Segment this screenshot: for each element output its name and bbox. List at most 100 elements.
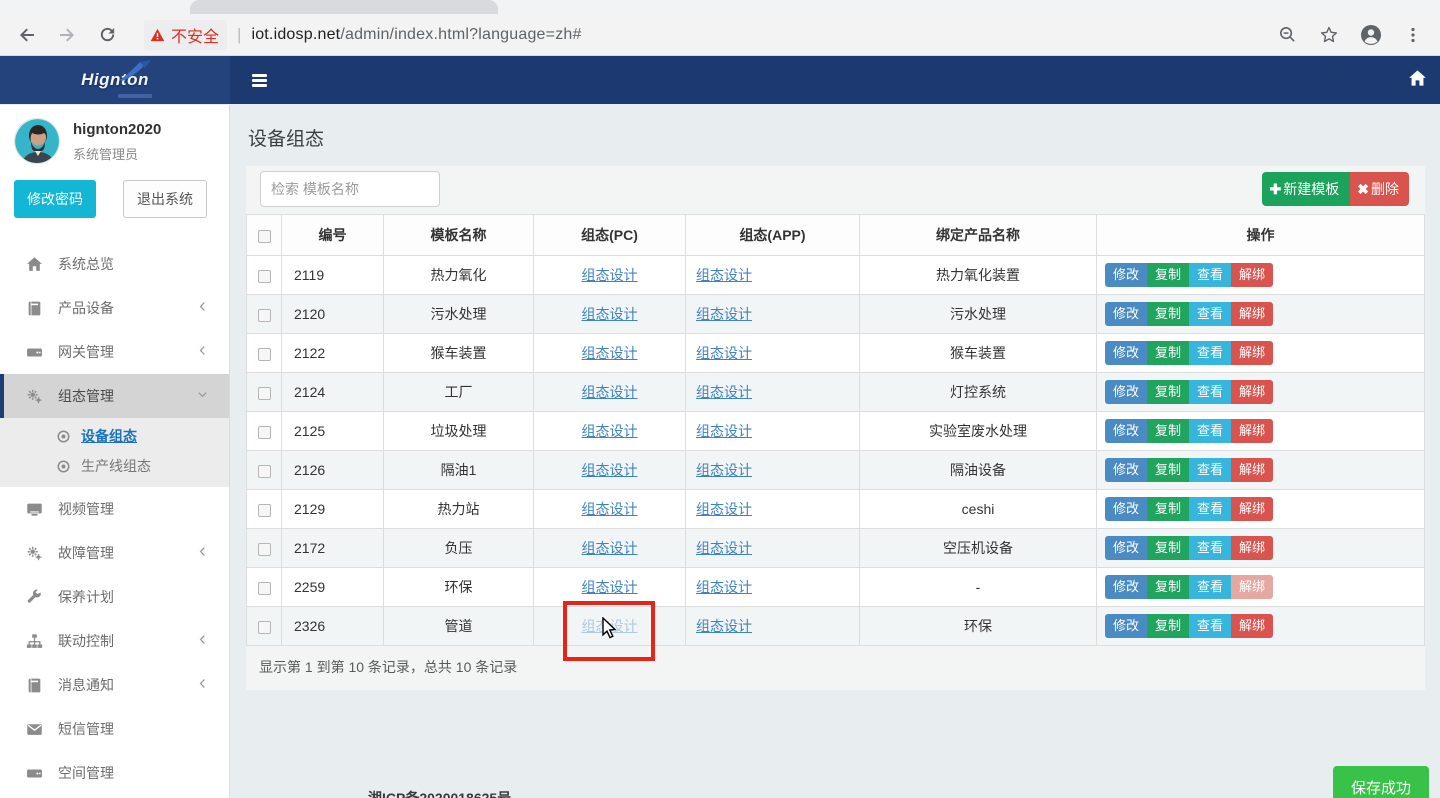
copy-button[interactable]: 复制 [1147,380,1189,404]
pc-config-link[interactable]: 组态设计 [582,462,638,478]
copy-button[interactable]: 复制 [1147,302,1189,326]
unbind-button[interactable]: 解绑 [1231,614,1273,638]
sidebar-item-6[interactable]: 保养计划 [0,575,229,619]
pc-config-link[interactable]: 组态设计 [582,501,638,517]
submenu-item-1[interactable]: 生产线组态 [0,451,229,481]
unbind-button[interactable]: 解绑 [1231,458,1273,482]
copy-button[interactable]: 复制 [1147,458,1189,482]
brand-logo[interactable]: Hignton [0,56,230,104]
unbind-button[interactable]: 解绑 [1231,575,1273,599]
address-bar[interactable]: 不安全 | iot.idosp.net/admin/index.html?lan… [144,20,1258,50]
sidebar-item-9[interactable]: 短信管理 [0,707,229,751]
pc-config-link[interactable]: 组态设计 [582,267,638,283]
sidebar-item-3[interactable]: 组态管理 [0,374,229,418]
sidebar-item-2[interactable]: 网关管理 [0,330,229,374]
view-button[interactable]: 查看 [1189,302,1231,326]
bookmark-star-icon[interactable] [1316,22,1342,48]
profile-avatar-icon[interactable] [1358,22,1384,48]
copy-button[interactable]: 复制 [1147,497,1189,521]
row-checkbox[interactable] [258,582,271,595]
unbind-button[interactable]: 解绑 [1231,536,1273,560]
view-button[interactable]: 查看 [1189,497,1231,521]
unbind-button[interactable]: 解绑 [1231,302,1273,326]
modify-button[interactable]: 修改 [1105,263,1147,287]
modify-button[interactable]: 修改 [1105,614,1147,638]
copy-button[interactable]: 复制 [1147,614,1189,638]
sidebar-item-8[interactable]: 消息通知 [0,663,229,707]
unbind-button[interactable]: 解绑 [1231,341,1273,365]
view-button[interactable]: 查看 [1189,614,1231,638]
view-button[interactable]: 查看 [1189,380,1231,404]
app-config-link[interactable]: 组态设计 [696,423,752,439]
pc-config-link[interactable]: 组态设计 [582,540,638,556]
row-checkbox[interactable] [258,309,271,322]
pc-config-link[interactable]: 组态设计 [582,618,638,634]
row-checkbox[interactable] [258,621,271,634]
home-icon[interactable] [1408,69,1427,93]
avatar[interactable] [14,118,60,164]
change-password-button[interactable]: 修改密码 [14,180,96,218]
browser-menu-icon[interactable] [1400,22,1426,48]
sidebar-item-10[interactable]: 空间管理 [0,751,229,795]
app-config-link[interactable]: 组态设计 [696,345,752,361]
modify-button[interactable]: 修改 [1105,302,1147,326]
app-config-link[interactable]: 组态设计 [696,579,752,595]
row-checkbox[interactable] [258,348,271,361]
pc-config-link[interactable]: 组态设计 [582,306,638,322]
reload-icon[interactable] [94,22,120,48]
security-warning[interactable]: 不安全 [144,20,227,50]
modify-button[interactable]: 修改 [1105,536,1147,560]
copy-button[interactable]: 复制 [1147,341,1189,365]
search-input[interactable] [260,171,440,207]
sidebar-item-7[interactable]: 联动控制 [0,619,229,663]
unbind-button[interactable]: 解绑 [1231,263,1273,287]
view-button[interactable]: 查看 [1189,263,1231,287]
sidebar-item-4[interactable]: 视频管理 [0,487,229,531]
view-button[interactable]: 查看 [1189,419,1231,443]
unbind-button[interactable]: 解绑 [1231,380,1273,404]
copy-button[interactable]: 复制 [1147,536,1189,560]
view-button[interactable]: 查看 [1189,341,1231,365]
pc-config-link[interactable]: 组态设计 [582,384,638,400]
zoom-out-icon[interactable] [1274,22,1300,48]
forward-icon[interactable] [54,22,80,48]
app-config-link[interactable]: 组态设计 [696,618,752,634]
app-config-link[interactable]: 组态设计 [696,384,752,400]
logout-button[interactable]: 退出系统 [123,180,207,218]
modify-button[interactable]: 修改 [1105,458,1147,482]
pc-config-link[interactable]: 组态设计 [582,579,638,595]
row-checkbox[interactable] [258,426,271,439]
row-checkbox[interactable] [258,504,271,517]
row-checkbox[interactable] [258,543,271,556]
row-checkbox[interactable] [258,387,271,400]
copy-button[interactable]: 复制 [1147,419,1189,443]
unbind-button[interactable]: 解绑 [1231,419,1273,443]
sidebar-item-5[interactable]: 故障管理 [0,531,229,575]
view-button[interactable]: 查看 [1189,536,1231,560]
sidebar-toggle-icon[interactable] [246,66,273,95]
app-config-link[interactable]: 组态设计 [696,462,752,478]
modify-button[interactable]: 修改 [1105,380,1147,404]
delete-button[interactable]: ✖删除 [1350,172,1409,206]
row-checkbox[interactable] [258,270,271,283]
sidebar-item-1[interactable]: 产品设备 [0,286,229,330]
app-config-link[interactable]: 组态设计 [696,501,752,517]
app-config-link[interactable]: 组态设计 [696,306,752,322]
copy-button[interactable]: 复制 [1147,263,1189,287]
submenu-item-0[interactable]: 设备组态 [0,421,229,451]
select-all-checkbox[interactable] [258,230,271,243]
sidebar-item-0[interactable]: 系统总览 [0,242,229,286]
back-icon[interactable] [14,22,40,48]
row-checkbox[interactable] [258,465,271,478]
view-button[interactable]: 查看 [1189,458,1231,482]
app-config-link[interactable]: 组态设计 [696,540,752,556]
pc-config-link[interactable]: 组态设计 [582,345,638,361]
app-config-link[interactable]: 组态设计 [696,267,752,283]
modify-button[interactable]: 修改 [1105,419,1147,443]
unbind-button[interactable]: 解绑 [1231,497,1273,521]
view-button[interactable]: 查看 [1189,575,1231,599]
modify-button[interactable]: 修改 [1105,575,1147,599]
new-template-button[interactable]: ✚新建模板 [1262,172,1351,206]
browser-tab[interactable] [190,0,498,14]
modify-button[interactable]: 修改 [1105,341,1147,365]
